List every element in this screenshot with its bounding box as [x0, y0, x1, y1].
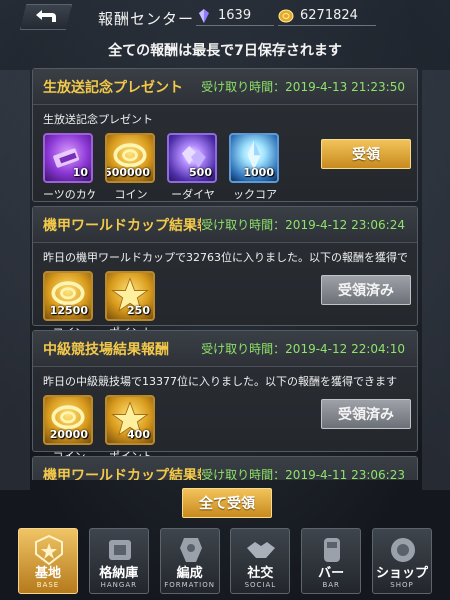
nav-label: ショップ	[375, 566, 428, 581]
nav-label: 社交	[247, 566, 274, 581]
nav-hangar[interactable]: 格納庫 HANGAR	[88, 528, 149, 594]
item-quantity: 20000	[49, 428, 88, 441]
nav-base[interactable]: 基地 BASE	[18, 528, 78, 594]
bottom-nav: 基地 BASE 格納庫 HANGAR 編成 FORMATION 社交 SOCIA…	[18, 528, 432, 598]
item-quantity: 10	[72, 166, 88, 179]
coin-counter: 6271824	[278, 6, 376, 26]
reward-item[interactable]: 10 ーツのカケ	[43, 133, 95, 202]
top-bar: 報酬センター 1639 6271824	[0, 0, 450, 34]
nav-label: 基地	[34, 566, 61, 581]
reward-card-header: 中級競技場結果報酬 受け取り時間：2019-4-12 22:04:10	[33, 331, 417, 367]
reward-item[interactable]: 500 ーダイヤ	[167, 133, 219, 202]
storage-notice: 全ての報酬は最長で7日保存されます	[108, 43, 342, 59]
reward-card: 中級競技場結果報酬 受け取り時間：2019-4-12 22:04:10 昨日の中…	[32, 330, 418, 463]
nav-label: 編成	[176, 566, 203, 581]
coin-icon	[278, 9, 294, 22]
reward-time: 受け取り時間：2019-4-12 22:04:10	[201, 342, 405, 356]
reward-card-header: 機甲ワールドカップ結果報酬 受け取り時間：2019-4-12 23:06:24	[33, 207, 417, 243]
reward-item[interactable]: 1000 ックコア	[229, 133, 281, 202]
nav-bar[interactable]: バー BAR	[301, 528, 362, 594]
nav-sublabel: SOCIAL	[244, 581, 277, 589]
reward-time: 受け取り時間：2019-4-11 23:06:23	[201, 468, 405, 480]
item-quantity: 12500	[49, 304, 88, 317]
reward-card: 機甲ワールドカップ結果報酬 受け取り時間：2019-4-12 23:06:24 …	[32, 206, 418, 339]
diamond-counter: 1639	[196, 6, 274, 26]
page-title: 報酬センター	[98, 10, 195, 28]
coin-count: 6271824	[300, 8, 358, 23]
handshake-icon	[247, 542, 276, 558]
item-quantity: 1000	[243, 166, 274, 179]
nav-sublabel: BAR	[322, 581, 340, 589]
reward-card-header: 生放送記念プレゼント 受け取り時間：2019-4-13 21:23:50	[33, 69, 417, 105]
nav-formation[interactable]: 編成 FORMATION	[159, 528, 220, 594]
nav-sublabel: BASE	[36, 581, 60, 589]
reward-list[interactable]: 生放送記念プレゼント 受け取り時間：2019-4-13 21:23:50 生放送…	[32, 68, 418, 480]
item-name: ックコア	[233, 188, 277, 201]
diamond-icon	[199, 8, 209, 23]
left-frame	[0, 70, 30, 490]
claimed-button[interactable]: 受領済み	[321, 275, 411, 305]
reward-description: 昨日の中級競技場で13377位に入りました。以下の報酬を獲得できます	[43, 375, 397, 388]
reward-item[interactable]: 500000 コイン	[105, 133, 157, 202]
claim-all-button[interactable]: 全て受領	[182, 488, 272, 518]
item-quantity: 250	[127, 304, 150, 317]
formation-icon	[179, 538, 202, 562]
reward-description: 昨日の機甲ワールドカップで32763位に入りました。以下の報酬を獲得できます	[43, 251, 407, 264]
reward-title: 中級競技場結果報酬	[43, 341, 169, 358]
back-arrow-icon	[36, 10, 56, 22]
reward-item[interactable]: 400 ポイント	[105, 395, 157, 464]
nav-sublabel: HANGAR	[100, 581, 137, 589]
shop-icon	[390, 538, 415, 562]
reward-title: 機甲ワールドカップ結果報酬	[43, 467, 201, 481]
claim-button[interactable]: 受領	[321, 139, 411, 169]
reward-description: 生放送記念プレゼント	[43, 113, 153, 126]
bar-icon	[324, 538, 341, 562]
reward-card-header: 機甲ワールドカップ結果報酬 受け取り時間：2019-4-11 23:06:23	[33, 457, 417, 480]
nav-label: 格納庫	[99, 566, 139, 581]
reward-time: 受け取り時間：2019-4-13 21:23:50	[201, 80, 405, 94]
item-name: コイン	[114, 188, 148, 201]
diamond-count: 1639	[218, 8, 252, 23]
reward-title: 生放送記念プレゼント	[43, 79, 183, 96]
nav-social[interactable]: 社交 SOCIAL	[230, 528, 291, 594]
item-quantity: 500	[189, 166, 212, 179]
right-frame	[422, 70, 450, 490]
nav-sublabel: FORMATION	[164, 581, 215, 589]
reward-title: 機甲ワールドカップ結果報酬	[43, 217, 201, 234]
base-emblem-icon	[35, 534, 63, 566]
nav-shop[interactable]: ショップ SHOP	[371, 528, 432, 594]
claimed-button[interactable]: 受領済み	[321, 399, 411, 429]
item-quantity: 500000	[105, 166, 150, 179]
item-name: ーダイヤ	[171, 188, 215, 201]
reward-card: 生放送記念プレゼント 受け取り時間：2019-4-13 21:23:50 生放送…	[32, 68, 418, 202]
reward-card: 機甲ワールドカップ結果報酬 受け取り時間：2019-4-11 23:06:23	[32, 456, 418, 480]
item-name: ーツのカケ	[43, 188, 95, 201]
reward-time: 受け取り時間：2019-4-12 23:06:24	[201, 218, 405, 232]
reward-item[interactable]: 20000 コイン	[43, 395, 95, 464]
nav-sublabel: SHOP	[390, 581, 414, 589]
back-button[interactable]	[20, 4, 72, 30]
nav-label: バー	[318, 566, 345, 581]
item-quantity: 400	[127, 428, 150, 441]
hangar-icon	[108, 540, 131, 560]
